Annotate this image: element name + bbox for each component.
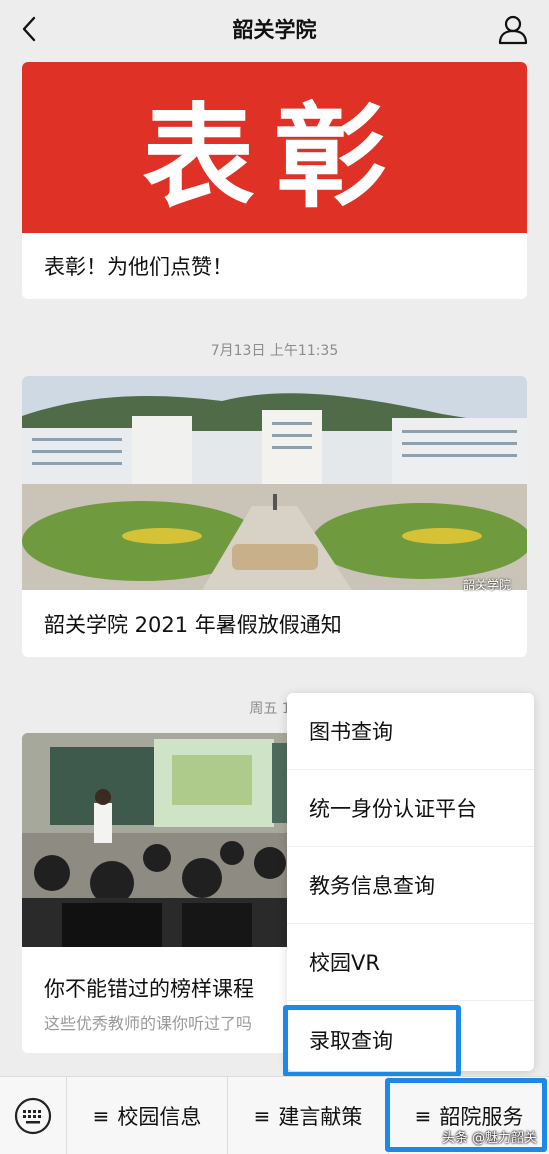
watermark-text: 头条 @魅力韶关 — [441, 1131, 537, 1146]
nav-bar: 韶关学院 — [0, 0, 549, 58]
banner-image: 表彰 — [22, 62, 527, 233]
keyboard-icon — [14, 1097, 52, 1134]
article-card-commendation[interactable]: 表彰 表彰！为他们点赞！ — [22, 62, 527, 299]
menu-item-unified-auth[interactable]: 统一身份认证平台 — [287, 770, 534, 847]
profile-button[interactable] — [497, 13, 529, 45]
tab-label: 建言献策 — [278, 1104, 363, 1129]
article-card-holiday-notice[interactable]: 韶关学院 韶关学院 2021 年暑假放假通知 — [22, 376, 527, 657]
campus-photo — [22, 376, 527, 590]
article-title: 表彰！为他们点赞！ — [44, 255, 233, 279]
menu-lines-icon: ≡ — [414, 1103, 432, 1128]
menu-item-library-search[interactable]: 图书查询 — [287, 693, 534, 770]
user-icon — [498, 15, 528, 45]
back-arrow-icon — [22, 16, 36, 42]
service-menu: 图书查询 统一身份认证平台 教务信息查询 校园VR 录取查询 — [287, 693, 534, 1071]
back-button[interactable] — [14, 14, 44, 44]
tab-label: 韶院服务 — [439, 1104, 524, 1129]
tab-campus-info[interactable]: ≡ 校园信息 — [66, 1076, 227, 1154]
article-title: 韶关学院 2021 年暑假放假通知 — [44, 612, 342, 637]
timestamp: 7月13日 上午11:35 — [210, 343, 339, 359]
menu-item-admission-search[interactable]: 录取查询 — [287, 1001, 534, 1078]
tab-suggestions[interactable]: ≡ 建言献策 — [227, 1076, 388, 1154]
page-title: 韶关学院 — [232, 18, 317, 42]
menu-lines-icon: ≡ — [92, 1103, 110, 1128]
menu-item-campus-vr[interactable]: 校园VR — [287, 924, 534, 1001]
menu-item-academic-info[interactable]: 教务信息查询 — [287, 847, 534, 924]
keyboard-toggle-button[interactable] — [0, 1077, 66, 1154]
tab-label: 校园信息 — [117, 1104, 202, 1129]
image-watermark: 韶关学院 — [462, 578, 511, 592]
banner-text: 表彰 — [142, 91, 407, 223]
menu-lines-icon: ≡ — [253, 1103, 271, 1128]
